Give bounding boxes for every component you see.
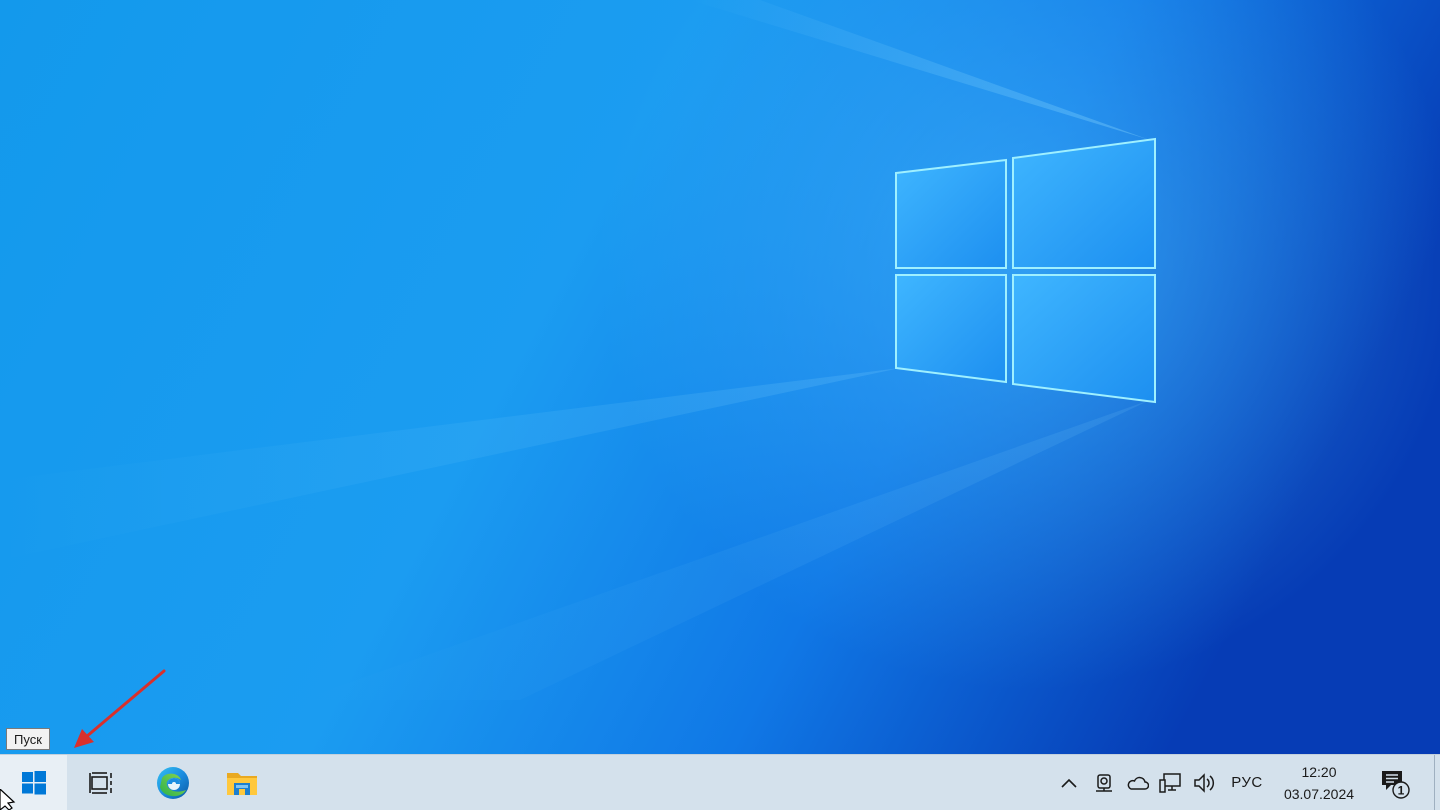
meet-now-icon bbox=[1096, 773, 1112, 792]
windows-logo-icon bbox=[21, 770, 46, 794]
volume-icon bbox=[1194, 772, 1215, 793]
mouse-cursor-icon bbox=[0, 789, 16, 810]
network-button[interactable] bbox=[1156, 755, 1186, 810]
clock[interactable]: 12:20 03.07.2024 bbox=[1272, 755, 1366, 810]
start-tooltip: Пуск bbox=[6, 728, 50, 750]
edge-icon bbox=[157, 766, 189, 799]
clock-time: 12:20 bbox=[1301, 763, 1337, 780]
onedrive-cloud-icon bbox=[1127, 776, 1149, 790]
wallpaper bbox=[0, 0, 1440, 810]
taskbar: РУС 12:20 03.07.2024 1 bbox=[0, 754, 1440, 810]
chevron-up-icon bbox=[1061, 778, 1077, 788]
file-explorer-taskbar-button[interactable] bbox=[211, 755, 273, 810]
meet-now-button[interactable] bbox=[1090, 755, 1118, 810]
network-icon bbox=[1159, 772, 1181, 793]
action-center-button[interactable]: 1 bbox=[1372, 755, 1418, 810]
desktop[interactable]: Пуск РУС 12:20 03.07.2024 1 bbox=[0, 0, 1440, 810]
clock-date: 03.07.2024 bbox=[1283, 785, 1355, 802]
folder-icon bbox=[227, 772, 257, 795]
volume-button[interactable] bbox=[1190, 755, 1220, 810]
input-language-indicator[interactable]: РУС bbox=[1226, 755, 1268, 810]
edge-taskbar-button[interactable] bbox=[142, 755, 204, 810]
show-hidden-icons-button[interactable] bbox=[1056, 755, 1082, 810]
task-view-icon bbox=[89, 771, 112, 794]
onedrive-button[interactable] bbox=[1122, 755, 1152, 810]
task-view-button[interactable] bbox=[72, 755, 130, 810]
show-desktop-button[interactable] bbox=[1434, 755, 1440, 810]
action-center-icon: 1 bbox=[1382, 770, 1410, 799]
notification-count-badge: 1 bbox=[1398, 783, 1405, 797]
